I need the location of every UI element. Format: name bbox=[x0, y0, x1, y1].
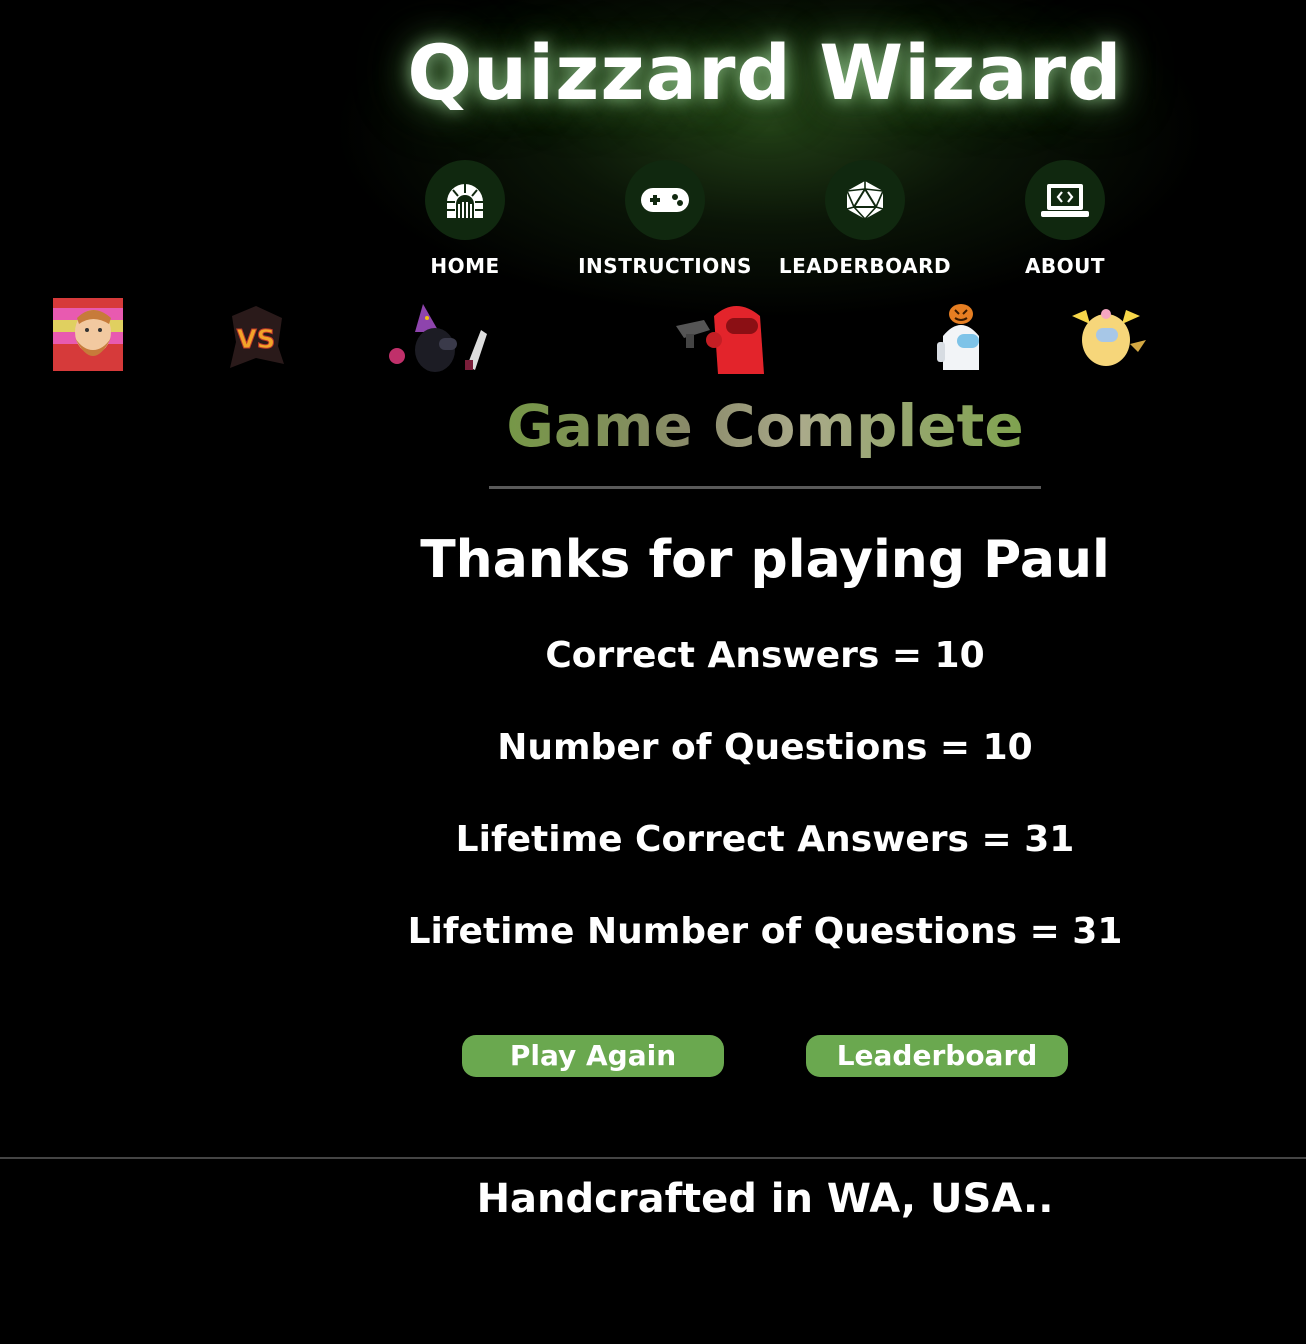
nav-item-home[interactable]: HOME bbox=[365, 160, 565, 278]
nav-label-home: HOME bbox=[430, 254, 500, 278]
bearded-avatar-sprite bbox=[53, 298, 123, 371]
versus-sprite: VS bbox=[226, 306, 286, 370]
nav-item-instructions[interactable]: INSTRUCTIONS bbox=[565, 160, 765, 278]
d20-dice-icon bbox=[825, 160, 905, 240]
correct-answers-stat: Correct Answers = 10 bbox=[545, 635, 985, 676]
number-of-questions-stat: Number of Questions = 10 bbox=[497, 727, 1033, 768]
laptop-code-icon bbox=[1025, 160, 1105, 240]
footer-divider bbox=[0, 1157, 1306, 1159]
gamepad-icon bbox=[625, 160, 705, 240]
dungeon-icon bbox=[425, 160, 505, 240]
nav-item-leaderboard[interactable]: LEADERBOARD bbox=[765, 160, 965, 278]
footer-text: Handcrafted in WA, USA.. bbox=[476, 1176, 1054, 1222]
yellow-crewmate-sprite bbox=[1068, 302, 1148, 368]
leaderboard-button[interactable]: Leaderboard bbox=[806, 1035, 1068, 1077]
lifetime-correct-stat: Lifetime Correct Answers = 31 bbox=[455, 819, 1075, 860]
nav-label-instructions: INSTRUCTIONS bbox=[578, 254, 752, 278]
thanks-message: Thanks for playing Paul bbox=[420, 530, 1110, 590]
red-crewmate-gun-sprite bbox=[674, 298, 770, 378]
divider bbox=[489, 486, 1041, 489]
nav-label-leaderboard: LEADERBOARD bbox=[778, 254, 952, 278]
play-again-button[interactable]: Play Again bbox=[462, 1035, 724, 1077]
page: Quizzard Wizard HOME INSTRUCTIONS LEADER… bbox=[0, 0, 1306, 1344]
lifetime-questions-stat: Lifetime Number of Questions = 31 bbox=[407, 911, 1123, 952]
game-complete-heading: Game Complete bbox=[400, 392, 1130, 460]
site-title: Quizzard Wizard bbox=[407, 28, 1123, 117]
vs-text: VS bbox=[237, 325, 276, 355]
main-nav: HOME INSTRUCTIONS LEADERBOARD ABOUT bbox=[365, 160, 1165, 280]
witch-crewmate-sprite bbox=[383, 300, 493, 374]
nav-item-about[interactable]: ABOUT bbox=[965, 160, 1165, 278]
nav-label-about: ABOUT bbox=[1024, 254, 1106, 278]
white-crewmate-pumpkin-sprite bbox=[937, 300, 985, 374]
